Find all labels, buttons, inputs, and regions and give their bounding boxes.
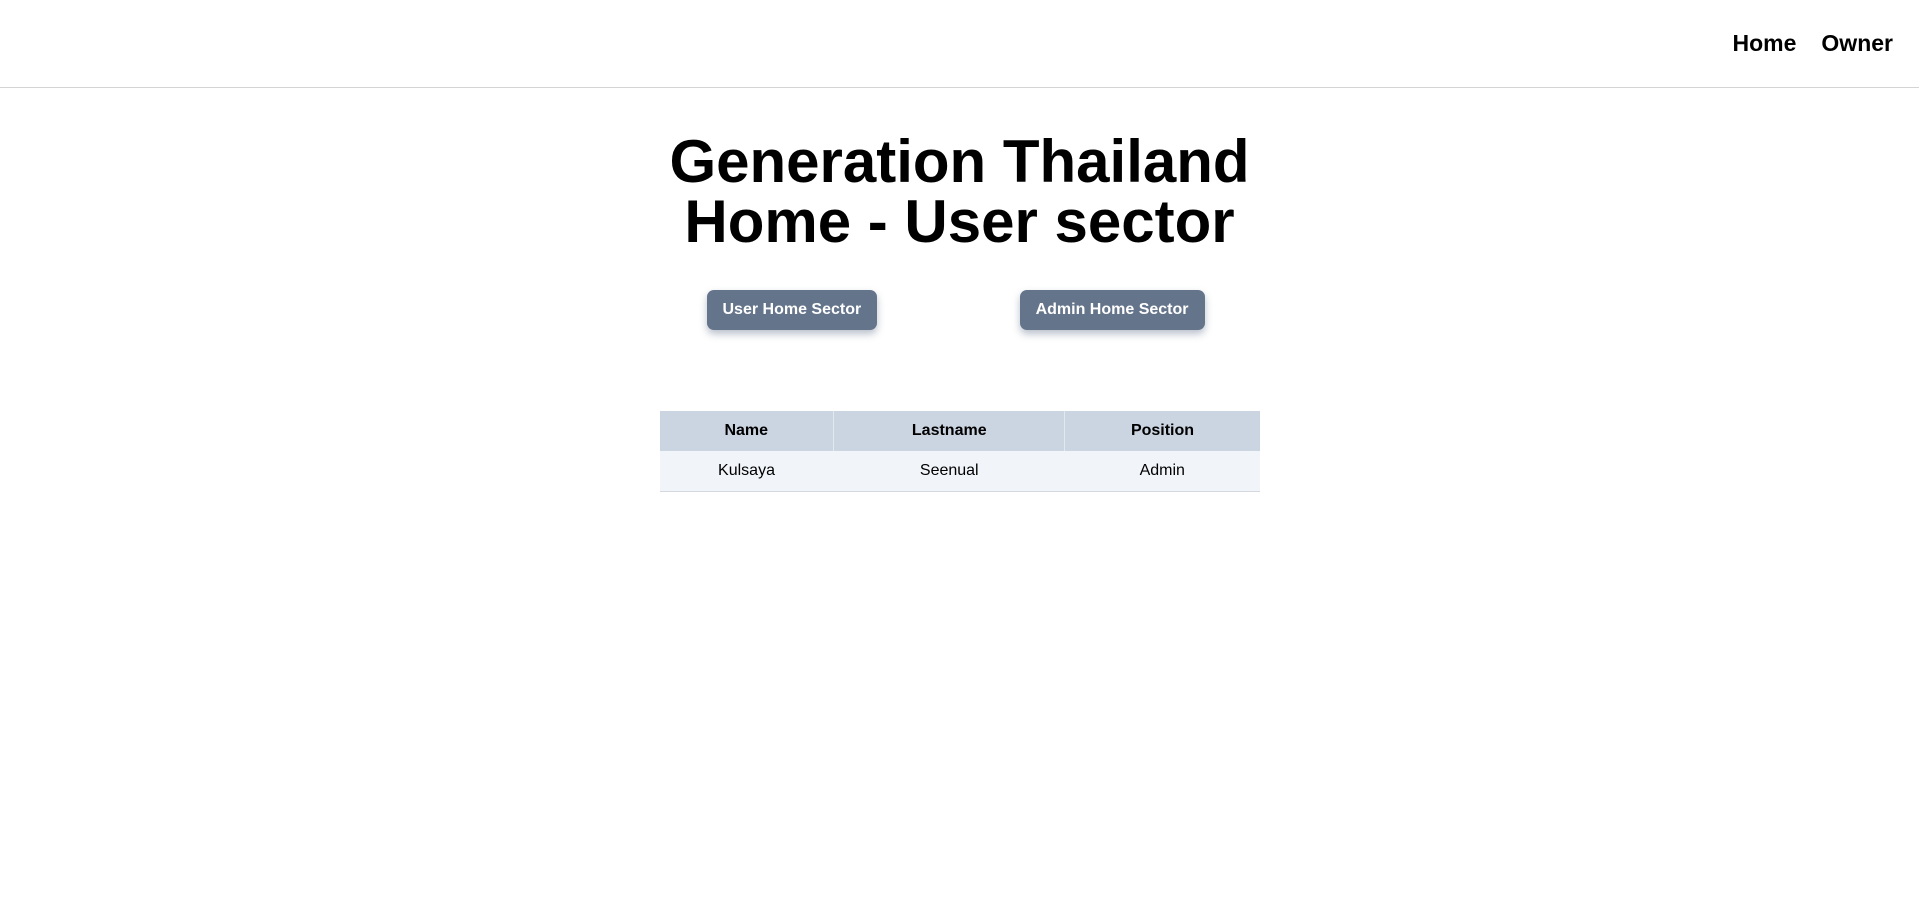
page-title-line-1: Generation Thailand (669, 128, 1250, 195)
column-header-name: Name (659, 411, 835, 451)
page-title-line-2: Home - User sector (684, 188, 1235, 255)
column-header-position: Position (1064, 411, 1260, 451)
cell-position: Admin (1064, 451, 1260, 492)
cell-lastname: Seenual (833, 451, 1065, 492)
table-row: Kulsaya Seenual Admin (659, 451, 1260, 492)
nav-link-owner[interactable]: Owner (1821, 32, 1893, 55)
page-title: Generation Thailand Home - User sector (669, 132, 1249, 252)
column-header-lastname: Lastname (833, 411, 1066, 451)
top-navbar: Home Owner (0, 0, 1919, 88)
admin-home-sector-button[interactable]: Admin Home Sector (1019, 290, 1205, 330)
user-home-sector-button[interactable]: User Home Sector (706, 290, 878, 330)
main-content: Generation Thailand Home - User sector U… (0, 88, 1919, 492)
sector-button-row: User Home Sector Admin Home Sector (706, 290, 1205, 330)
user-table: Name Lastname Position Kulsaya Seenual A… (659, 411, 1260, 492)
nav-link-home[interactable]: Home (1733, 32, 1797, 55)
table-header-row: Name Lastname Position (659, 411, 1260, 451)
cell-name: Kulsaya (659, 451, 834, 492)
